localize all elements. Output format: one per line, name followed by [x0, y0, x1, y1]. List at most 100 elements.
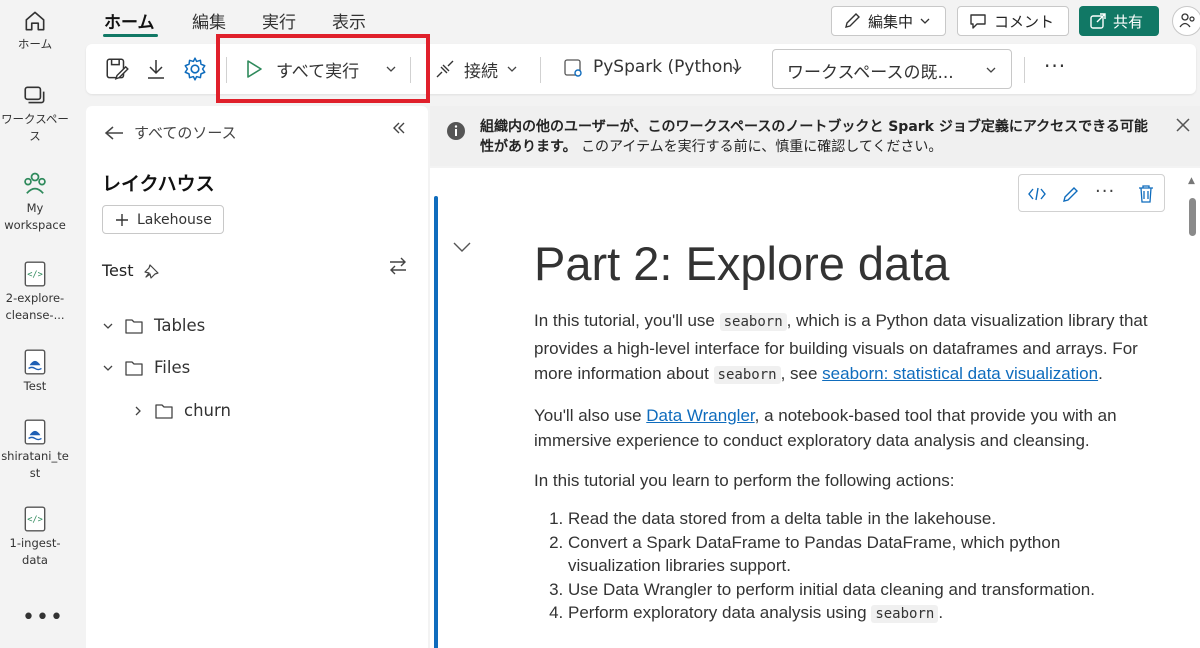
rail-more-button[interactable]: ••• [22, 605, 64, 630]
plus-icon [116, 213, 128, 226]
add-lakehouse-button[interactable]: Lakehouse [102, 205, 224, 234]
tab-edit[interactable]: 編集 [192, 8, 226, 33]
tree-item-files[interactable]: Files [102, 358, 190, 377]
lakehouse-heading: レイクハウス [102, 173, 215, 195]
share-label: 共有 [1113, 12, 1144, 31]
rail-label: My workspace [4, 201, 66, 232]
folder-icon [155, 403, 173, 419]
download-icon[interactable] [144, 56, 168, 82]
code-view-icon[interactable] [1027, 184, 1047, 204]
environment-gear-icon [564, 59, 582, 77]
connect-button[interactable]: 接続 [464, 57, 498, 82]
comment-label: コメント [994, 12, 1055, 31]
tree-item-label: Tables [154, 316, 206, 335]
text-run: In this tutorial, you'll use [534, 311, 720, 330]
scrollbar-thumb[interactable] [1189, 198, 1196, 236]
markdown-cell[interactable]: Part 2: Explore data In this tutorial, y… [534, 234, 1149, 627]
share-icon [1090, 13, 1106, 29]
save-icon[interactable] [104, 56, 130, 82]
edit-pencil-icon[interactable] [1061, 184, 1081, 204]
collapse-cell-icon[interactable] [452, 240, 472, 254]
lakehouse-explorer: すべてのソース レイクハウス Lakehouse Test Tables Fil… [86, 106, 428, 648]
toolbar-divider [1024, 57, 1025, 83]
intro-paragraph: In this tutorial, you'll use seaborn, wh… [534, 308, 1149, 389]
rail-label: shiratani_test [1, 449, 69, 480]
lakehouse-name[interactable]: Test [102, 261, 160, 280]
editing-mode-button[interactable]: 編集中 [831, 6, 946, 36]
inline-code: seaborn [871, 605, 939, 623]
list-item: Use Data Wrangler to perform initial dat… [568, 578, 1149, 602]
editing-mode-label: 編集中 [868, 12, 914, 31]
connect-plug-icon [436, 60, 454, 78]
tab-run[interactable]: 実行 [262, 8, 296, 33]
collaborators-button[interactable] [1172, 6, 1200, 36]
comment-button[interactable]: コメント [957, 6, 1069, 36]
chevron-down-icon[interactable] [506, 63, 518, 75]
all-sources-back-link[interactable]: すべてのソース [104, 122, 237, 143]
left-rail: ホーム ワークスペース My workspace </> 2-explore-c… [0, 0, 76, 648]
text-run: . [1098, 364, 1103, 383]
tab-home[interactable]: ホーム [104, 8, 155, 33]
access-warning-banner: 組織内の他のユーザーが、このワークスペースのノートブックと Spark ジョブ定… [430, 106, 1200, 166]
data-wrangler-paragraph: You'll also use Data Wrangler, a noteboo… [534, 403, 1149, 454]
warning-message: 組織内の他のユーザーが、このワークスペースのノートブックと Spark ジョブ定… [480, 117, 1160, 157]
tree-item-label: Files [154, 358, 191, 377]
all-sources-label: すべてのソース [134, 124, 237, 142]
active-tab-indicator [103, 34, 158, 37]
tree-item-tables[interactable]: Tables [102, 316, 205, 335]
chevron-right-icon [135, 406, 141, 415]
collapse-panel-icon[interactable] [391, 120, 407, 136]
rail-item-notebook-explore[interactable]: </> 2-explore-cleanse-... [0, 260, 70, 324]
list-item: Read the data stored from a delta table … [568, 507, 1149, 531]
rail-item-workspaces[interactable]: ワークスペース [0, 83, 70, 145]
rail-item-home[interactable]: ホーム [0, 8, 70, 53]
cell-title: Part 2: Explore data [534, 237, 950, 290]
text-run: You'll also use [534, 405, 647, 425]
workspace-default-value: ワークスペースの既... [787, 63, 954, 83]
rail-label: 2-explore-cleanse-... [5, 291, 65, 322]
toolbar-more-button[interactable]: ··· [1044, 54, 1066, 78]
rail-item-notebook-ingest[interactable]: </> 1-ingest-data [0, 505, 70, 569]
language-selector[interactable]: PySpark (Python) [593, 57, 740, 77]
tree-item-churn[interactable]: churn [132, 401, 231, 420]
chevron-down-icon[interactable] [731, 63, 743, 75]
list-item: Perform exploratory data analysis using … [568, 601, 1149, 627]
chevron-down-icon [986, 67, 996, 73]
list-item: Convert a Spark DataFrame to Pandas Data… [568, 531, 1149, 578]
rail-label: 1-ingest-data [9, 536, 61, 567]
close-icon[interactable] [1175, 117, 1191, 133]
tab-view[interactable]: 表示 [332, 8, 366, 33]
share-button[interactable]: 共有 [1079, 6, 1159, 36]
rail-item-shiratani-test[interactable]: shiratani_test [0, 418, 70, 482]
rail-item-my-workspace[interactable]: My workspace [0, 170, 70, 234]
chevron-down-icon [103, 323, 113, 329]
text-run: , see [780, 364, 823, 383]
lakehouse-icon [24, 349, 46, 375]
folder-icon [125, 360, 143, 376]
inline-code: seaborn [713, 366, 781, 384]
cell-more-button[interactable]: ··· [1095, 181, 1115, 202]
folder-icon [125, 318, 143, 334]
pencil-icon [845, 13, 860, 28]
notebook-icon: </> [24, 506, 46, 532]
trash-icon[interactable] [1137, 184, 1155, 204]
pin-icon[interactable] [143, 263, 160, 279]
notebook-editor: ··· ▲ Part 2: Explore data In this tutor… [430, 168, 1200, 648]
rail-item-test[interactable]: Test [0, 348, 70, 395]
data-wrangler-link[interactable]: Data Wrangler [646, 406, 754, 425]
notebook-icon: </> [24, 261, 46, 287]
warning-normal-text: このアイテムを実行する前に、慎重に確認してください。 [581, 139, 943, 155]
rail-label: ホーム [17, 37, 53, 51]
cell-toolbar: ··· [1018, 174, 1165, 212]
actions-list: Read the data stored from a delta table … [534, 507, 1149, 627]
my-workspace-icon [24, 172, 46, 194]
arrow-left-icon [104, 125, 123, 140]
svg-text:</>: </> [27, 270, 43, 280]
switch-lakehouse-icon[interactable] [388, 257, 408, 275]
workspace-default-select[interactable]: ワークスペースの既... [772, 49, 1012, 89]
scroll-up-arrow[interactable]: ▲ [1188, 176, 1195, 186]
lakehouse-name-label: Test [102, 261, 134, 280]
text-run: Perform exploratory data analysis using [568, 603, 872, 622]
settings-gear-icon[interactable] [182, 56, 208, 82]
seaborn-link[interactable]: seaborn: statistical data visualization [822, 364, 1098, 383]
